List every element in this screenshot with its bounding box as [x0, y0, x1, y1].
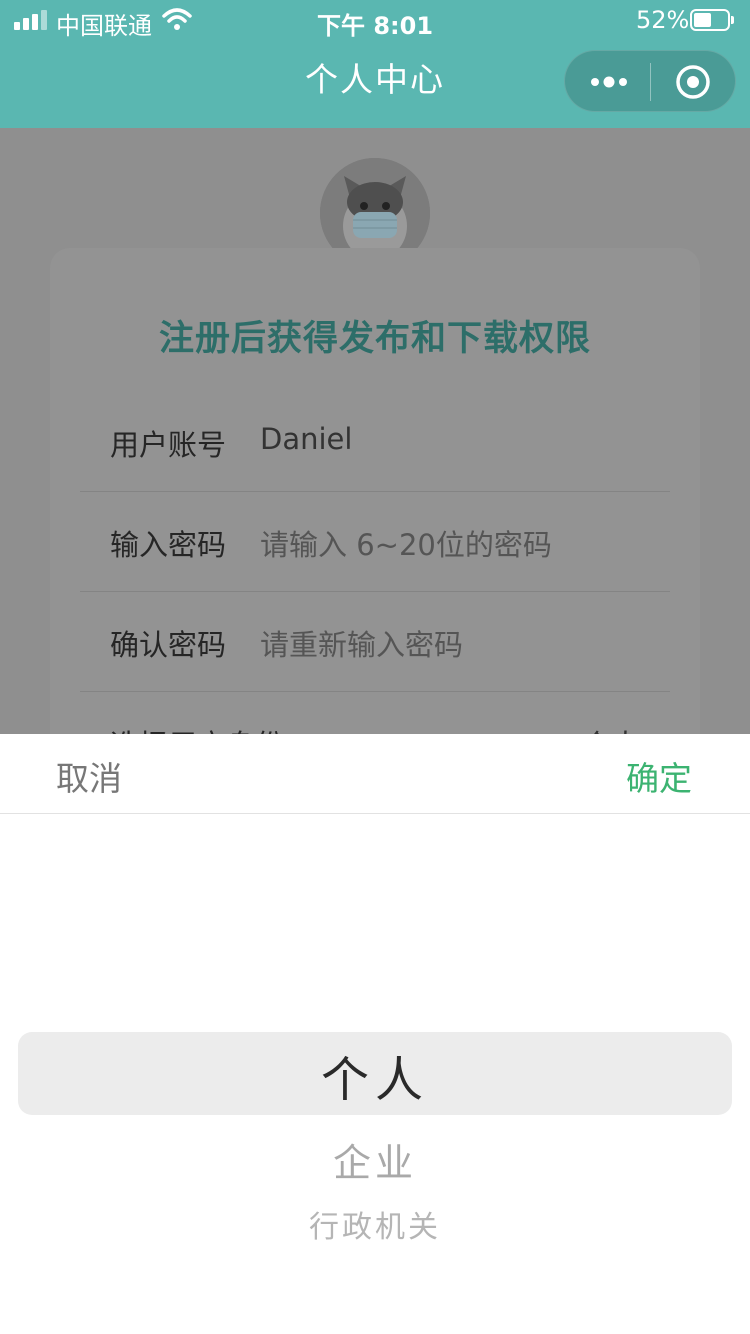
- picker-option-government[interactable]: 行政机关: [0, 1202, 750, 1246]
- confirm-password-label: 确认密码: [110, 628, 227, 662]
- battery-percent: 52%: [636, 6, 690, 34]
- more-icon[interactable]: [589, 69, 629, 95]
- cancel-button[interactable]: 取消: [56, 752, 122, 800]
- account-label: 用户账号: [110, 428, 227, 462]
- card-title: 注册后获得发布和下载权限: [158, 319, 591, 359]
- top-bar: 中国联通 下午 8:01 52% 个人中心: [0, 0, 750, 128]
- password-input[interactable]: 请输入 6~20位的密码: [260, 522, 552, 564]
- account-row[interactable]: 用户账号 Daniel: [80, 392, 670, 492]
- confirm-password-input[interactable]: 请重新输入密码: [260, 622, 463, 664]
- mini-program-capsule: [564, 50, 736, 112]
- password-row[interactable]: 输入密码 请输入 6~20位的密码: [80, 492, 670, 592]
- picker-header: 取消 确定: [0, 734, 750, 814]
- confirm-button[interactable]: 确定: [626, 752, 692, 800]
- status-bar: 中国联通 下午 8:01 52%: [0, 0, 750, 42]
- close-target-icon[interactable]: [673, 62, 713, 102]
- account-input[interactable]: Daniel: [260, 422, 352, 456]
- capsule-divider: [650, 63, 651, 101]
- picker-option-enterprise[interactable]: 企业: [0, 1132, 750, 1187]
- identity-picker: 取消 确定 个人 企业 行政机关: [0, 734, 750, 1334]
- battery-icon: [690, 9, 734, 31]
- password-label: 输入密码: [110, 528, 227, 562]
- confirm-password-row[interactable]: 确认密码 请重新输入密码: [80, 592, 670, 692]
- register-card: 注册后获得发布和下载权限 用户账号 Daniel 输入密码 请输入 6~20位的…: [50, 248, 700, 808]
- picker-option-personal[interactable]: 个人: [0, 1040, 750, 1110]
- page-content: 注册后获得发布和下载权限 用户账号 Daniel 输入密码 请输入 6~20位的…: [0, 128, 750, 808]
